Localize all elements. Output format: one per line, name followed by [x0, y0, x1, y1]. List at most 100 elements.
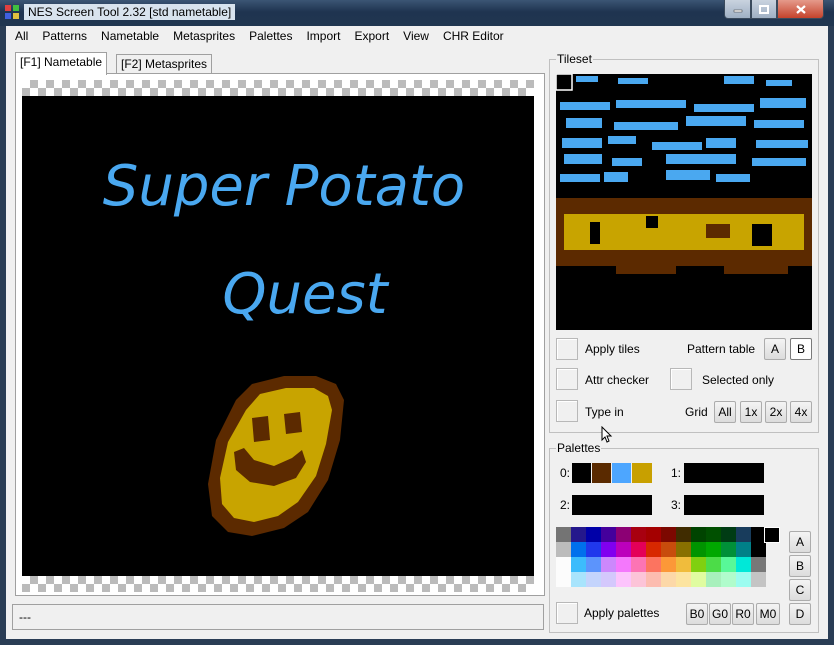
nes-color-cell[interactable]	[736, 557, 751, 572]
grid-2x-button[interactable]: 2x	[765, 401, 787, 423]
m0-button[interactable]: M0	[756, 603, 780, 625]
nes-color-cell[interactable]	[631, 527, 646, 542]
nes-color-cell[interactable]	[691, 557, 706, 572]
nes-color-cell[interactable]	[706, 572, 721, 587]
nes-color-cell[interactable]	[601, 572, 616, 587]
palette-2-colors[interactable]	[572, 495, 652, 515]
menu-chr-editor[interactable]: CHR Editor	[436, 27, 511, 46]
palette-set-d-button[interactable]: D	[789, 603, 811, 625]
palette-1-label: 1:	[671, 466, 682, 480]
maximize-button[interactable]	[751, 0, 777, 19]
nes-color-cell[interactable]	[646, 527, 661, 542]
grid-4x-button[interactable]: 4x	[790, 401, 812, 423]
nes-color-cell[interactable]	[721, 572, 736, 587]
b0-button[interactable]: B0	[686, 603, 708, 625]
nes-color-cell[interactable]	[556, 527, 571, 542]
menu-patterns[interactable]: Patterns	[35, 27, 94, 46]
nes-color-cell[interactable]	[676, 542, 691, 557]
pattern-table-a-button[interactable]: A	[764, 338, 786, 360]
palette-0-color-0[interactable]	[572, 463, 591, 483]
nes-color-cell[interactable]	[601, 542, 616, 557]
nes-color-cell[interactable]	[571, 527, 586, 542]
type-in-checkbox[interactable]	[556, 400, 578, 422]
nametable-canvas[interactable]: Super Potato Quest	[22, 80, 534, 592]
nes-color-cell[interactable]	[556, 572, 571, 587]
nes-color-cell[interactable]	[586, 572, 601, 587]
nes-color-cell[interactable]	[676, 527, 691, 542]
nes-color-cell[interactable]	[721, 527, 736, 542]
nes-color-cell[interactable]	[556, 542, 571, 557]
grid-1x-button[interactable]: 1x	[740, 401, 762, 423]
pattern-table-b-button[interactable]: B	[790, 338, 812, 360]
nes-color-cell[interactable]	[751, 542, 766, 557]
nes-color-cell[interactable]	[616, 542, 631, 557]
menu-nametable[interactable]: Nametable	[94, 27, 166, 46]
selected-only-checkbox[interactable]	[670, 368, 692, 390]
nes-color-cell[interactable]	[661, 572, 676, 587]
nes-color-cell[interactable]	[616, 527, 631, 542]
nes-color-cell[interactable]	[571, 542, 586, 557]
r0-button[interactable]: R0	[732, 603, 754, 625]
menu-import[interactable]: Import	[299, 27, 347, 46]
tab-metasprites[interactable]: [F2] Metasprites	[116, 54, 213, 75]
nes-color-grid[interactable]	[556, 527, 766, 587]
nes-color-cell[interactable]	[736, 572, 751, 587]
nes-color-cell[interactable]	[676, 572, 691, 587]
nes-color-cell[interactable]	[571, 557, 586, 572]
apply-palettes-checkbox[interactable]	[556, 602, 578, 624]
attr-checker-checkbox[interactable]	[556, 368, 578, 390]
nes-color-cell[interactable]	[646, 557, 661, 572]
menu-all[interactable]: All	[6, 27, 35, 46]
minimize-button[interactable]	[724, 0, 751, 19]
nes-color-cell[interactable]	[556, 557, 571, 572]
tab-nametable[interactable]: [F1] Nametable	[15, 52, 108, 75]
apply-tiles-checkbox[interactable]	[556, 338, 578, 360]
palette-0-color-3[interactable]	[632, 463, 652, 483]
nes-color-cell[interactable]	[736, 527, 751, 542]
menu-export[interactable]: Export	[347, 27, 396, 46]
nes-color-cell[interactable]	[586, 557, 601, 572]
nes-color-cell[interactable]	[646, 572, 661, 587]
nes-color-cell[interactable]	[571, 572, 586, 587]
nes-color-cell[interactable]	[661, 527, 676, 542]
nes-color-cell[interactable]	[691, 542, 706, 557]
nes-color-cell[interactable]	[616, 572, 631, 587]
palette-set-c-button[interactable]: C	[789, 579, 811, 601]
nes-color-cell[interactable]	[601, 527, 616, 542]
nes-color-cell[interactable]	[646, 542, 661, 557]
nes-color-cell[interactable]	[751, 572, 766, 587]
nes-color-cell[interactable]	[661, 542, 676, 557]
menu-metasprites[interactable]: Metasprites	[166, 27, 242, 46]
nes-color-cell[interactable]	[691, 527, 706, 542]
nes-color-cell[interactable]	[631, 572, 646, 587]
nes-color-cell[interactable]	[601, 557, 616, 572]
nes-color-cell[interactable]	[706, 557, 721, 572]
nes-color-cell[interactable]	[661, 557, 676, 572]
palette-0-color-1[interactable]	[592, 463, 611, 483]
mouse-cursor-icon	[601, 426, 613, 443]
grid-all-button[interactable]: All	[714, 401, 736, 423]
nes-color-cell[interactable]	[691, 572, 706, 587]
tileset-view[interactable]	[556, 74, 812, 330]
palette-set-a-button[interactable]: A	[789, 531, 811, 553]
nes-color-cell[interactable]	[721, 557, 736, 572]
menu-palettes[interactable]: Palettes	[242, 27, 299, 46]
nes-color-cell[interactable]	[736, 542, 751, 557]
nes-color-cell[interactable]	[721, 542, 736, 557]
nes-color-cell[interactable]	[616, 557, 631, 572]
palette-3-colors[interactable]	[684, 495, 764, 515]
nes-color-cell[interactable]	[676, 557, 691, 572]
nes-color-cell[interactable]	[631, 542, 646, 557]
close-button[interactable]	[777, 0, 824, 19]
palette-set-b-button[interactable]: B	[789, 555, 811, 577]
nes-color-cell[interactable]	[586, 542, 601, 557]
nes-color-cell[interactable]	[751, 557, 766, 572]
palette-1-colors[interactable]	[684, 463, 764, 483]
menu-view[interactable]: View	[396, 27, 436, 46]
nes-color-cell[interactable]	[706, 527, 721, 542]
nes-color-cell[interactable]	[631, 557, 646, 572]
g0-button[interactable]: G0	[709, 603, 731, 625]
palette-0-color-2[interactable]	[612, 463, 631, 483]
nes-color-cell[interactable]	[586, 527, 601, 542]
nes-color-cell[interactable]	[706, 542, 721, 557]
